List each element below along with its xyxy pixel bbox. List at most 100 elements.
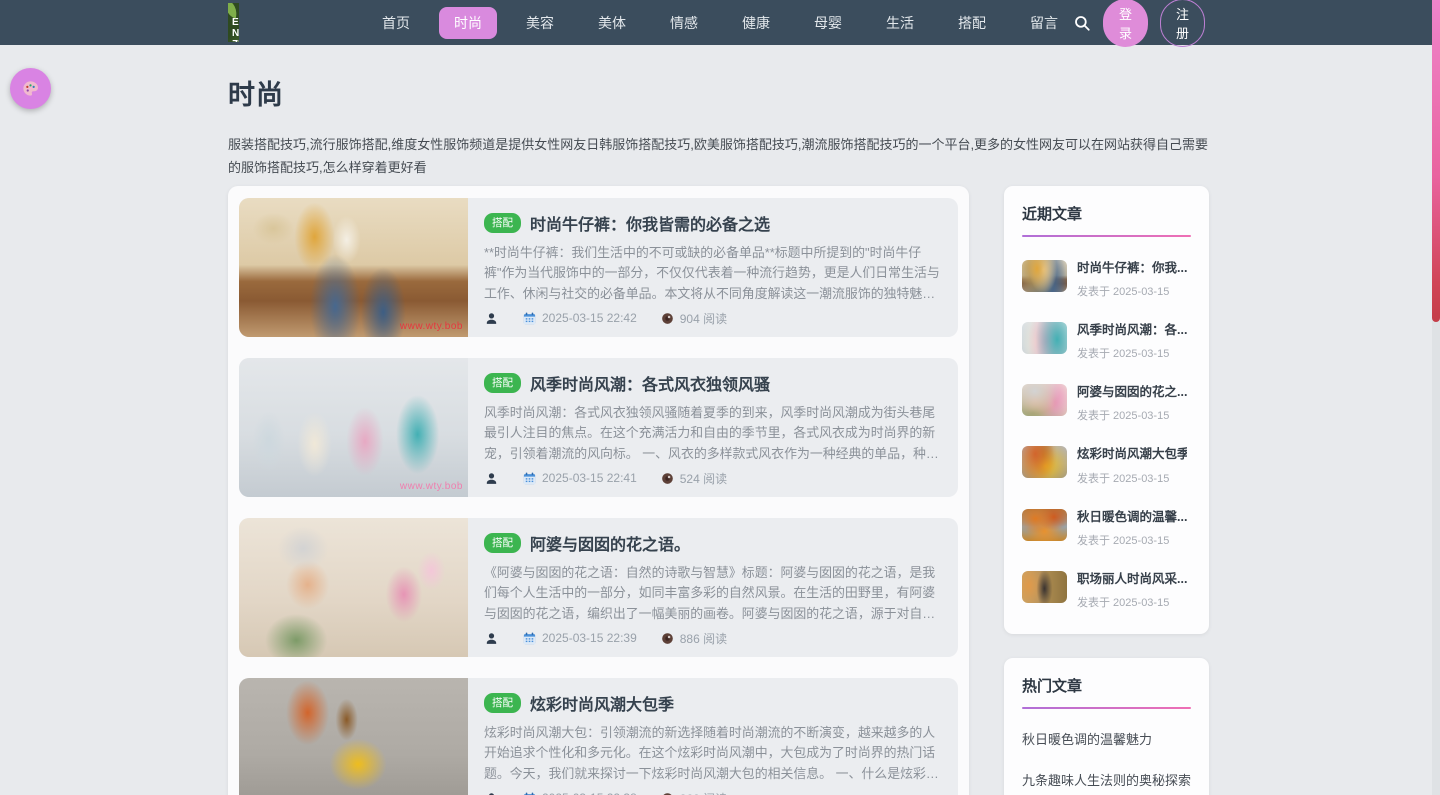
- nav-item-baby[interactable]: 母婴: [799, 7, 857, 39]
- recent-item-title[interactable]: 职场丽人时尚风采...: [1077, 571, 1187, 587]
- article-thumbnail-jeans[interactable]: www.wty.bob: [239, 198, 468, 337]
- recent-item-3[interactable]: 阿婆与囡囡的花之... 发表于 2025-03-15: [1022, 384, 1191, 423]
- article-title[interactable]: 风季时尚风潮：各式风衣独领风骚: [530, 371, 770, 395]
- recent-item-2[interactable]: 风季时尚风潮：各... 发表于 2025-03-15: [1022, 322, 1191, 361]
- top-navbar: I ER N ZH VCDERATC KASNACEDER 首页 时尚 美容 美…: [0, 0, 1440, 45]
- recent-thumbnail: [1022, 446, 1067, 478]
- heading-underline: [1022, 235, 1191, 237]
- author-group: [484, 471, 499, 486]
- recent-item-6[interactable]: 职场丽人时尚风采... 发表于 2025-03-15: [1022, 571, 1191, 610]
- recent-thumbnail: [1022, 509, 1067, 541]
- views-icon: [660, 311, 675, 326]
- article-views: 524 阅读: [680, 470, 727, 487]
- recent-item-date: 发表于 2025-03-15: [1077, 470, 1187, 486]
- recent-item-date: 发表于 2025-03-15: [1077, 345, 1187, 361]
- recent-item-date: 发表于 2025-03-15: [1077, 532, 1187, 548]
- article-views: 886 阅读: [680, 630, 727, 647]
- article-header: 搭配 炫彩时尚风潮大包季: [484, 691, 940, 715]
- main-nav: 首页 时尚 美容 美体 情感 健康 母婴 生活 搭配 留言: [367, 7, 1073, 39]
- recent-item-date: 发表于 2025-03-15: [1077, 283, 1187, 299]
- page-description: 服装搭配技巧,流行服饰搭配,维度女性服饰频道是提供女性网友日韩服饰搭配技巧,欧美…: [228, 134, 1210, 180]
- recent-item-1[interactable]: 时尚牛仔裤：你我... 发表于 2025-03-15: [1022, 260, 1191, 299]
- recent-articles-box: 近期文章 时尚牛仔裤：你我... 发表于 2025-03-15 风季时尚风潮：各…: [1004, 186, 1209, 635]
- article-body: 搭配 阿婆与囡囡的花之语。 《阿婆与囡囡的花之语：自然的诗歌与智慧》标题：阿婆与…: [468, 518, 958, 657]
- content-area: www.wty.bob 搭配 时尚牛仔裤：你我皆需的必备之选 **时尚牛仔裤：我…: [228, 186, 1210, 795]
- recent-item-title[interactable]: 炫彩时尚风潮大包季: [1077, 446, 1187, 462]
- article-card-2[interactable]: www.wty.bob 搭配 风季时尚风潮：各式风衣独领风骚 风季时尚风潮：各式…: [239, 358, 958, 497]
- article-thumbnail-bag[interactable]: www.wty.bob: [239, 678, 468, 795]
- hot-item-1[interactable]: 秋日暖色调的温馨魅力: [1022, 729, 1191, 750]
- recent-item-title[interactable]: 风季时尚风潮：各...: [1077, 322, 1187, 338]
- article-excerpt: 风季时尚风潮：各式风衣独领风骚随着夏季的到来，风季时尚风潮成为街头巷尾最引人注目…: [484, 403, 940, 465]
- nav-item-body[interactable]: 美体: [583, 7, 641, 39]
- nav-item-fashion[interactable]: 时尚: [439, 7, 497, 39]
- page-scrollbar-thumb[interactable]: [1432, 0, 1440, 322]
- recent-thumbnail: [1022, 571, 1067, 603]
- recent-item-title[interactable]: 秋日暖色调的温馨...: [1077, 509, 1187, 525]
- nav-item-home[interactable]: 首页: [367, 7, 425, 39]
- recent-item-text: 职场丽人时尚风采... 发表于 2025-03-15: [1077, 571, 1187, 610]
- image-watermark: www.wty.bob: [400, 481, 463, 492]
- nav-item-health[interactable]: 健康: [727, 7, 785, 39]
- category-badge[interactable]: 搭配: [484, 533, 521, 553]
- nav-item-life[interactable]: 生活: [871, 7, 929, 39]
- views-group: 904 阅读: [660, 310, 727, 327]
- article-card-1[interactable]: www.wty.bob 搭配 时尚牛仔裤：你我皆需的必备之选 **时尚牛仔裤：我…: [239, 198, 958, 337]
- calendar-icon: [522, 791, 537, 795]
- recent-item-4[interactable]: 炫彩时尚风潮大包季 发表于 2025-03-15: [1022, 446, 1191, 485]
- hot-item-2[interactable]: 九条趣味人生法则的奥秘探索: [1022, 770, 1191, 791]
- hot-articles-title: 热门文章: [1022, 675, 1191, 696]
- recent-item-text: 阿婆与囡囡的花之... 发表于 2025-03-15: [1077, 384, 1187, 423]
- article-thumbnail-granny[interactable]: [239, 518, 468, 657]
- article-title[interactable]: 阿婆与囡囡的花之语。: [530, 531, 690, 555]
- recent-item-text: 秋日暖色调的温馨... 发表于 2025-03-15: [1077, 509, 1187, 548]
- site-logo[interactable]: I ER N ZH VCDERATC KASNACEDER: [228, 3, 239, 42]
- category-badge[interactable]: 搭配: [484, 693, 521, 713]
- recent-thumbnail: [1022, 322, 1067, 354]
- views-icon: [660, 631, 675, 646]
- date-group: 2025-03-15 22:42: [522, 311, 637, 326]
- category-badge[interactable]: 搭配: [484, 373, 521, 393]
- article-header: 搭配 时尚牛仔裤：你我皆需的必备之选: [484, 211, 940, 235]
- nav-item-match[interactable]: 搭配: [943, 7, 1001, 39]
- article-body: 搭配 风季时尚风潮：各式风衣独领风骚 风季时尚风潮：各式风衣独领风骚随着夏季的到…: [468, 358, 958, 497]
- author-group: [484, 791, 499, 795]
- search-icon[interactable]: [1073, 12, 1091, 34]
- article-excerpt: 炫彩时尚风潮大包：引领潮流的新选择随着时尚潮流的不断演变，越来越多的人开始追求个…: [484, 723, 940, 785]
- nav-item-beauty[interactable]: 美容: [511, 7, 569, 39]
- recent-item-text: 风季时尚风潮：各... 发表于 2025-03-15: [1077, 322, 1187, 361]
- article-date: 2025-03-15 22:39: [542, 631, 637, 645]
- views-group: 886 阅读: [660, 630, 727, 647]
- author-icon: [484, 311, 499, 326]
- recent-thumbnail: [1022, 384, 1067, 416]
- hot-articles-box: 热门文章 秋日暖色调的温馨魅力 九条趣味人生法则的奥秘探索 职场丽人时尚风采：秋…: [1004, 658, 1209, 795]
- theme-palette-button[interactable]: [10, 68, 51, 109]
- article-list: www.wty.bob 搭配 时尚牛仔裤：你我皆需的必备之选 **时尚牛仔裤：我…: [228, 186, 969, 795]
- article-meta: 2025-03-15 22:41 524 阅读: [484, 470, 940, 487]
- nav-item-emotion[interactable]: 情感: [655, 7, 713, 39]
- date-group: 2025-03-15 22:39: [522, 631, 637, 646]
- recent-item-date: 发表于 2025-03-15: [1077, 594, 1187, 610]
- recent-item-5[interactable]: 秋日暖色调的温馨... 发表于 2025-03-15: [1022, 509, 1191, 548]
- nav-item-message[interactable]: 留言: [1015, 7, 1073, 39]
- article-thumbnail-coats[interactable]: www.wty.bob: [239, 358, 468, 497]
- recent-item-title[interactable]: 阿婆与囡囡的花之...: [1077, 384, 1187, 400]
- article-title[interactable]: 炫彩时尚风潮大包季: [530, 691, 674, 715]
- author-group: [484, 311, 499, 326]
- recent-item-title[interactable]: 时尚牛仔裤：你我...: [1077, 260, 1187, 276]
- article-card-3[interactable]: 搭配 阿婆与囡囡的花之语。 《阿婆与囡囡的花之语：自然的诗歌与智慧》标题：阿婆与…: [239, 518, 958, 657]
- heading-underline: [1022, 707, 1191, 709]
- recent-articles-title: 近期文章: [1022, 203, 1191, 224]
- article-title[interactable]: 时尚牛仔裤：你我皆需的必备之选: [530, 211, 770, 235]
- article-meta: 2025-03-15 22:38 860 阅读: [484, 790, 940, 795]
- calendar-icon: [522, 311, 537, 326]
- category-badge[interactable]: 搭配: [484, 213, 521, 233]
- page-scrollbar-track[interactable]: [1432, 0, 1440, 795]
- page-container: 时尚 服装搭配技巧,流行服饰搭配,维度女性服饰频道是提供女性网友日韩服饰搭配技巧…: [228, 45, 1210, 795]
- article-views: 904 阅读: [680, 310, 727, 327]
- register-button[interactable]: 注册: [1160, 0, 1205, 47]
- login-button[interactable]: 登录: [1103, 0, 1148, 47]
- article-card-4[interactable]: www.wty.bob 搭配 炫彩时尚风潮大包季 炫彩时尚风潮大包：引领潮流的新…: [239, 678, 958, 795]
- views-group: 524 阅读: [660, 470, 727, 487]
- views-group: 860 阅读: [660, 790, 727, 795]
